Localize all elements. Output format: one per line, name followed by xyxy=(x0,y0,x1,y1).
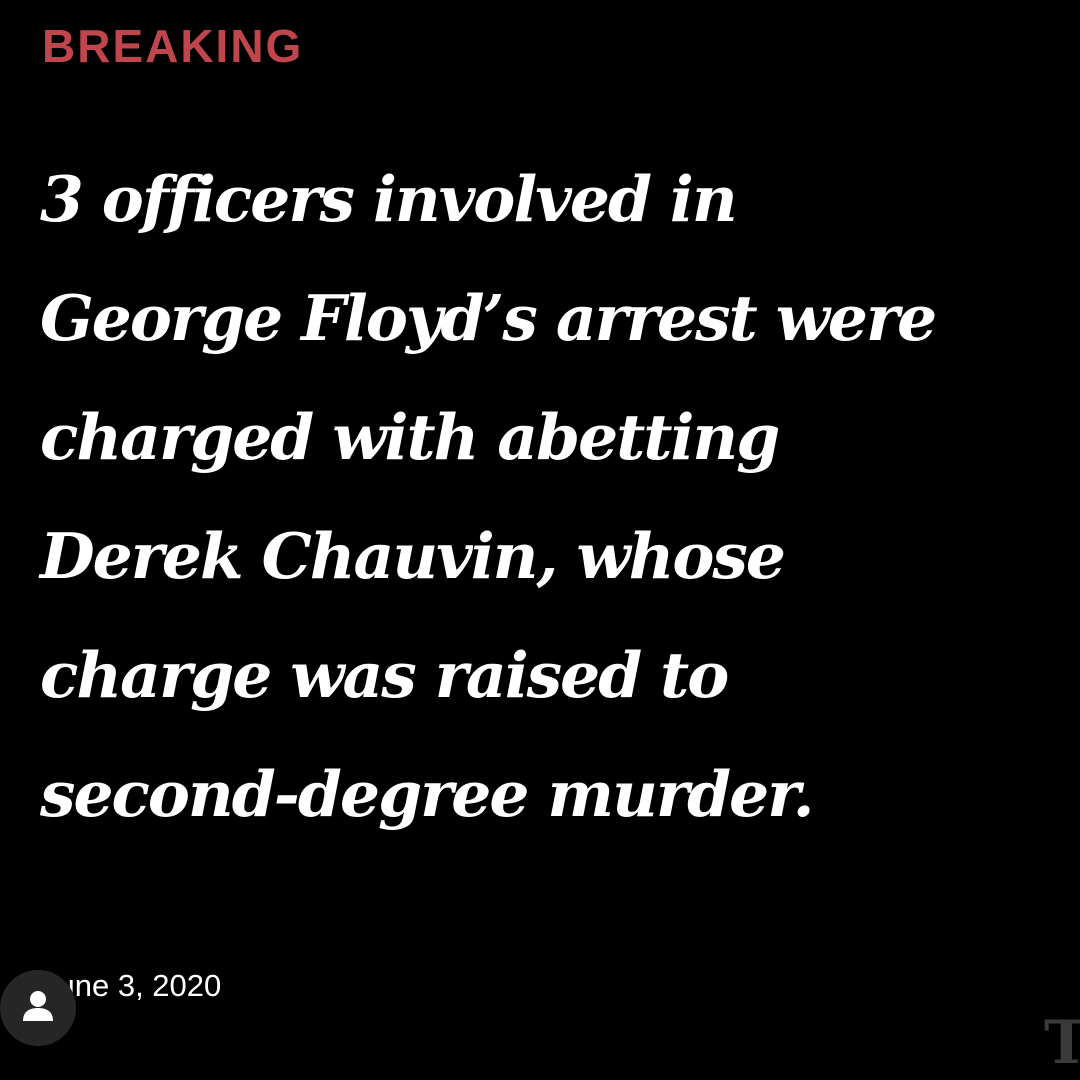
user-icon xyxy=(19,987,57,1030)
profile-avatar-button[interactable] xyxy=(0,970,76,1046)
publisher-logo: T xyxy=(1044,1008,1080,1078)
breaking-label: BREAKING xyxy=(42,20,304,72)
headline-line: Derek Chauvin, whose xyxy=(40,519,786,593)
headline-line: 3 officers involved in xyxy=(40,162,738,236)
news-card: BREAKING 3 officers involved in George F… xyxy=(0,0,1080,1080)
headline-line: charge was raised to xyxy=(40,638,729,712)
headline: 3 officers involved in George Floyd’s ar… xyxy=(40,140,1070,854)
headline-line: second-degree murder. xyxy=(40,757,815,831)
headline-line: charged with abetting xyxy=(40,400,780,474)
headline-line: George Floyd’s arrest were xyxy=(40,281,937,355)
